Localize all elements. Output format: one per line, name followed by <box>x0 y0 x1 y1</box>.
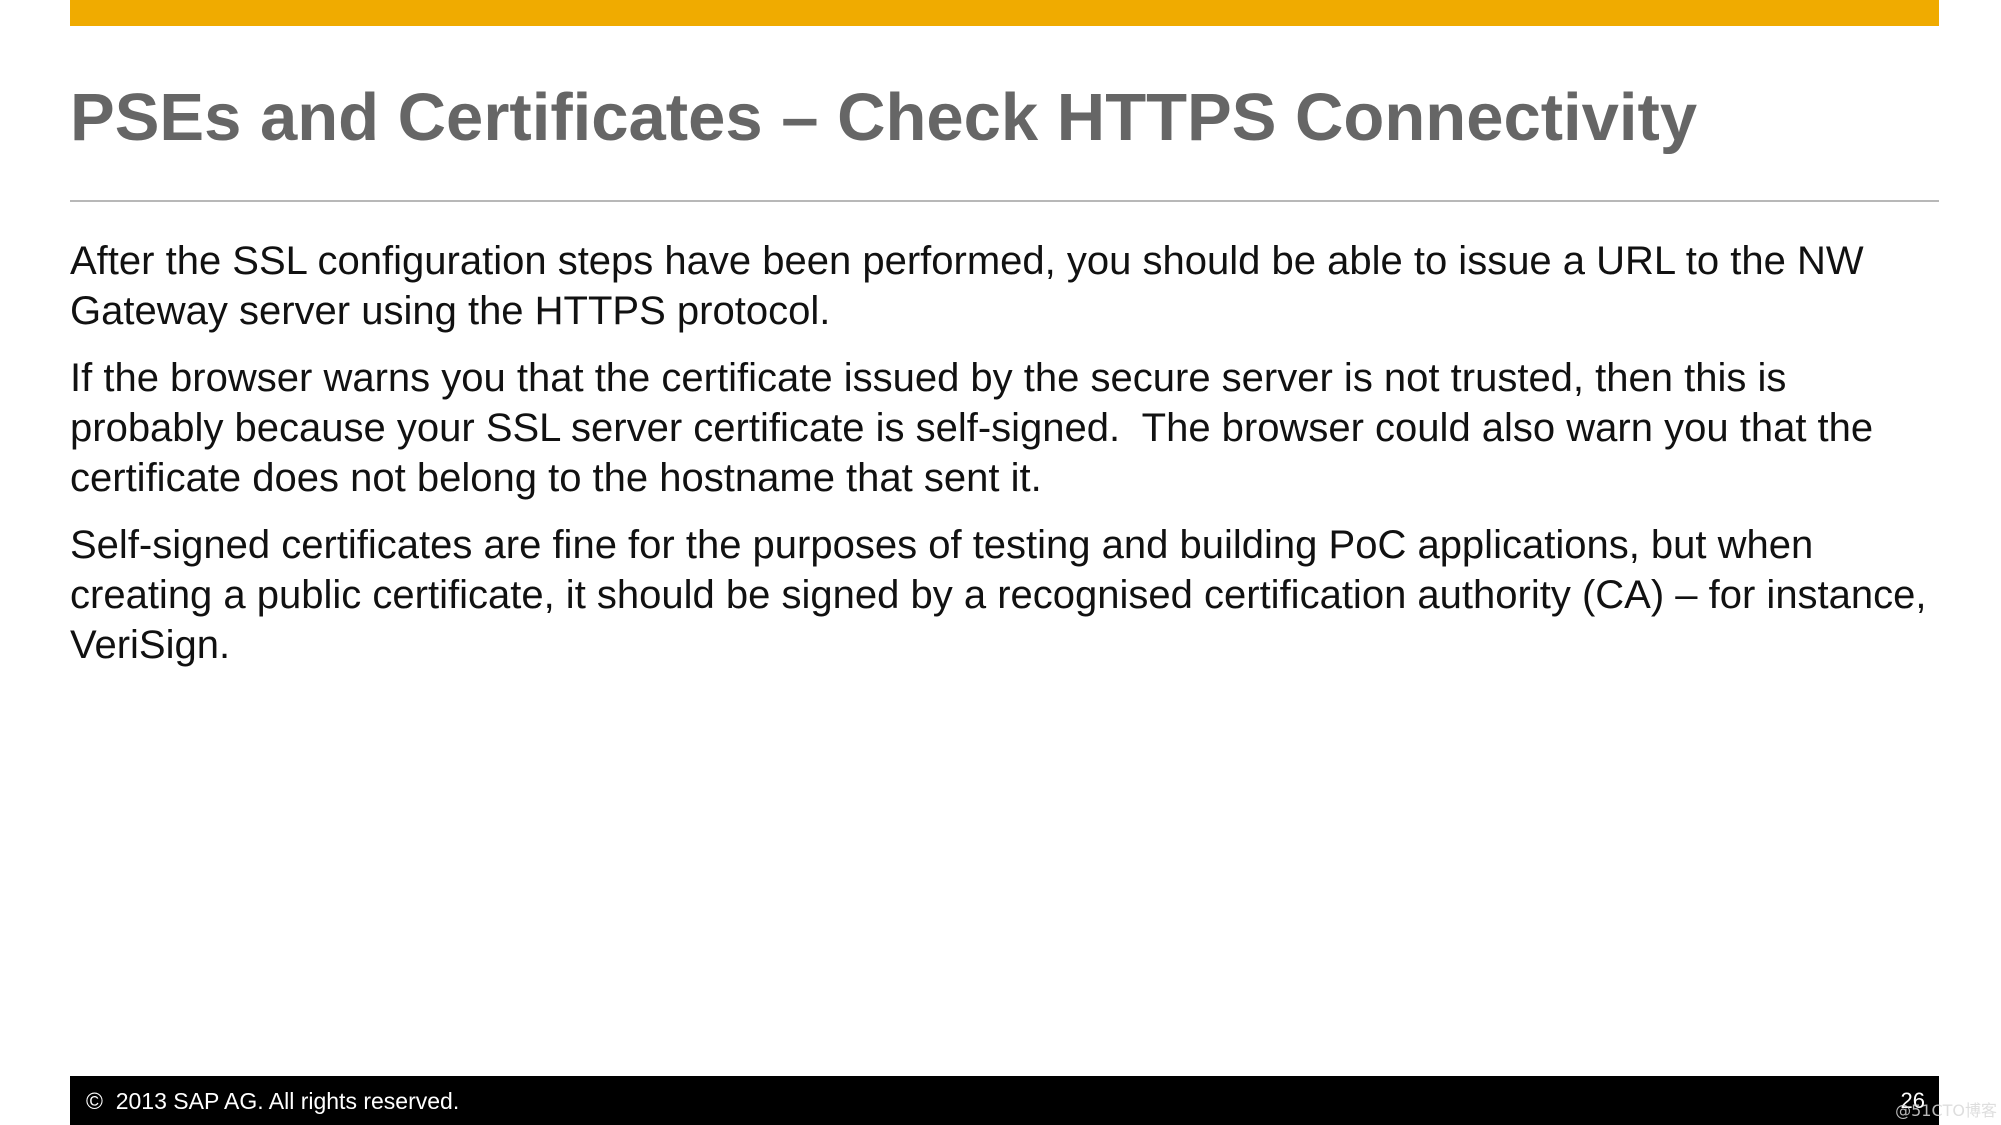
slide-body: After the SSL configuration steps have b… <box>70 236 1950 687</box>
copyright-text: © 2013 SAP AG. All rights reserved. <box>86 1088 460 1114</box>
accent-bar <box>70 0 1939 26</box>
slide-footer: © 2013 SAP AG. All rights reserved. 26 <box>70 1076 1939 1125</box>
title-divider <box>70 200 1939 202</box>
watermark: @51CTO博客 <box>1895 1101 1997 1120</box>
body-paragraph-1: After the SSL configuration steps have b… <box>70 239 1875 333</box>
body-paragraph-2: If the browser warns you that the certif… <box>70 356 1885 500</box>
slide-title: PSEs and Certificates – Check HTTPS Conn… <box>70 80 1698 155</box>
body-paragraph-3: Self-signed certificates are fine for th… <box>70 523 1938 667</box>
